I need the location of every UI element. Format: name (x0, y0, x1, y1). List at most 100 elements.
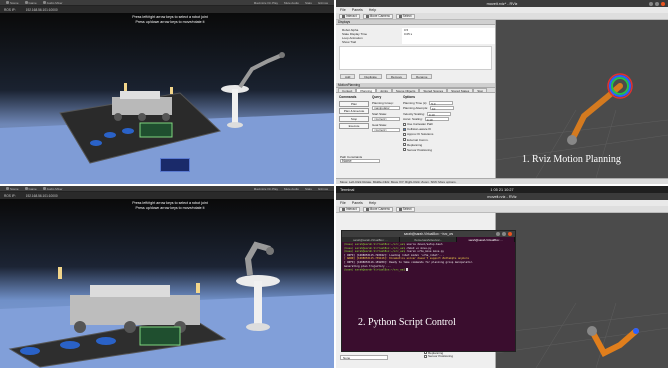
active-app-label[interactable]: Terminal (340, 188, 354, 192)
display-row[interactable]: Show Trail (336, 40, 495, 44)
close-icon[interactable] (661, 1, 665, 6)
checkbox-sensor-positioning[interactable]: Sensor Positioning (424, 354, 453, 358)
maximize-icon[interactable] (502, 232, 506, 236)
tab-game[interactable]: Game (24, 1, 37, 5)
terminal-tab[interactable]: /home/sarah/dev/ws/... (400, 237, 458, 242)
checkbox-use-cartesian-path[interactable]: Use Cartesian Path (403, 122, 454, 126)
tab-audio-mixer[interactable]: Audio Mixer (42, 1, 63, 5)
tab-stored-states[interactable]: Stored States (447, 88, 474, 93)
game-icon (24, 1, 28, 4)
select-tool[interactable]: Select (395, 13, 415, 19)
interact-tool[interactable]: Interact (339, 13, 360, 19)
audio-icon (42, 187, 46, 190)
tab-scene[interactable]: Scene (6, 187, 19, 191)
maximize-on-play-toggle[interactable]: Maximize On Play (254, 1, 278, 5)
status-bar: Move: Left-Click Rotate. Middle-Click: M… (336, 178, 668, 184)
mute-audio-toggle[interactable]: Mute Audio (284, 187, 299, 191)
menu-panels[interactable]: Panels (352, 8, 363, 12)
select-tool[interactable]: Select (395, 206, 415, 212)
start-state-select[interactable]: <current> (372, 117, 400, 121)
duplicate-button[interactable]: Duplicate (359, 74, 382, 79)
path-constraints-select[interactable]: None (340, 158, 380, 163)
tab-audio-mixer[interactable]: Audio Mixer (42, 186, 63, 191)
plan-button[interactable]: Plan (339, 100, 369, 107)
ui-panel[interactable] (160, 158, 190, 172)
command-text: source devel/setup.bash (404, 243, 443, 246)
stats-toggle[interactable]: Stats (305, 1, 312, 5)
mute-audio-toggle[interactable]: Mute Audio (284, 1, 299, 5)
checkbox-collision-aware-ik[interactable]: Collision-aware IK (403, 127, 454, 132)
maximize-on-play-toggle[interactable]: Maximize On Play (254, 187, 278, 191)
property-value[interactable] (402, 40, 495, 44)
path-constraints-select[interactable]: None (340, 355, 388, 360)
game-scene[interactable] (0, 199, 334, 368)
close-icon[interactable] (508, 232, 512, 236)
add-button[interactable]: Add (340, 74, 356, 79)
cursor-icon (342, 207, 345, 211)
menu-panels[interactable]: Panels (352, 201, 363, 205)
move-camera-tool[interactable]: Move Camera (362, 206, 393, 212)
remove-button[interactable]: Remove (385, 74, 408, 79)
tab-planning[interactable]: Planning (356, 88, 377, 93)
minimize-icon[interactable] (649, 1, 653, 6)
gizmos-toggle[interactable]: Gizmos (318, 187, 328, 191)
planning-time-input[interactable]: 5.0 (429, 100, 454, 106)
tab-status[interactable]: Stat (473, 88, 487, 93)
terminal-window[interactable]: sarah@sarah-VirtualBox: ~/src_ws sarah@s… (341, 230, 516, 352)
menu-file[interactable]: File (340, 201, 346, 205)
checkbox-label: Collision-aware IK (407, 127, 432, 132)
window-titlebar: moveit.rviz* - RViz (336, 0, 668, 7)
option-label: Accel. Scaling: (403, 117, 423, 121)
plan-execute-button[interactable]: Plan & Execute (339, 108, 369, 114)
tab-scene[interactable]: Scene (6, 1, 19, 5)
planning-attempts-input[interactable]: 10 (430, 106, 455, 111)
shell-prompt: (base) sarah@sarah-VirtualBox:~/src_ws$ (344, 243, 405, 246)
terminal-tab-active[interactable]: sarah@sarah-VirtualBox: ... (457, 237, 515, 242)
move-camera-tool[interactable]: Move Camera (362, 13, 393, 19)
maximize-icon[interactable] (655, 1, 659, 6)
minimize-icon[interactable] (496, 232, 500, 236)
stop-button[interactable]: Stop (339, 115, 369, 122)
query-title: Query (372, 95, 382, 99)
commands-title: Commands (339, 95, 357, 99)
interact-tool[interactable]: Interact (339, 206, 360, 212)
tab-context[interactable]: Context (338, 88, 357, 93)
rename-button[interactable]: Rename (411, 74, 433, 79)
checkbox-sensor-positioning[interactable]: Sensor Positioning (403, 148, 454, 152)
tab-stored-scenes[interactable]: Stored Scenes (419, 88, 448, 93)
stats-toggle[interactable]: Stats (305, 187, 312, 191)
composite-figure: Scene Game Audio Mixer Maximize On Play … (0, 0, 668, 368)
python-script-control-window: Terminal 1 05 21 10:27 moveit.rviz - RVi… (336, 186, 668, 368)
planning-group-select[interactable]: manipulator (372, 106, 400, 110)
tool-bar: Interact Move Camera Select (336, 13, 668, 20)
rviz-3d-viewport[interactable] (495, 213, 668, 368)
tab-joints[interactable]: Joints (376, 88, 392, 93)
goal-state-select[interactable]: <current> (372, 128, 400, 132)
option-field: Velocity Scaling: 0.10 (403, 111, 454, 117)
figure-caption-2: 2. Python Script Control (358, 317, 456, 328)
ros-ip-value[interactable]: 192.168.56.101:10000 (26, 194, 58, 198)
window-title: moveit.rviz* - RViz (486, 1, 518, 6)
accel-scaling-input[interactable]: 0.10 (424, 117, 449, 122)
menu-help[interactable]: Help (369, 8, 376, 12)
checkbox-external-comm[interactable]: External Comm. (403, 138, 454, 142)
planning-group-label: Planning Group: (372, 100, 394, 105)
tab-label: Audio Mixer (46, 186, 63, 191)
rviz-3d-viewport[interactable]: 1. Rviz Motion Planning (495, 20, 668, 184)
commands-column: Commands Plan Plan & Execute Stop Execut… (339, 95, 369, 152)
velocity-scaling-input[interactable]: 0.10 (426, 111, 451, 117)
tab-game[interactable]: Game (24, 187, 37, 191)
displays-tree[interactable] (339, 46, 492, 70)
menu-file[interactable]: File (340, 8, 346, 12)
menu-help[interactable]: Help (369, 201, 376, 205)
checkbox-replanning[interactable]: Replanning (403, 143, 454, 147)
audio-icon (42, 1, 46, 4)
gizmos-toggle[interactable]: Gizmos (318, 1, 328, 5)
checkbox-icon (403, 143, 406, 147)
execute-button[interactable]: Execute (339, 123, 369, 129)
checkbox-approx-ik[interactable]: Approx IK Solutions (403, 132, 454, 136)
ros-ip-value[interactable]: 192.168.56.101:10000 (26, 8, 58, 12)
terminal-output[interactable]: (base) sarah@sarah-VirtualBox:~/src_ws$ … (342, 242, 515, 273)
tab-scene-objects[interactable]: Scene Objects (391, 88, 420, 93)
terminal-tab[interactable]: sarah@sarah-VirtualBox: ... (342, 237, 400, 242)
